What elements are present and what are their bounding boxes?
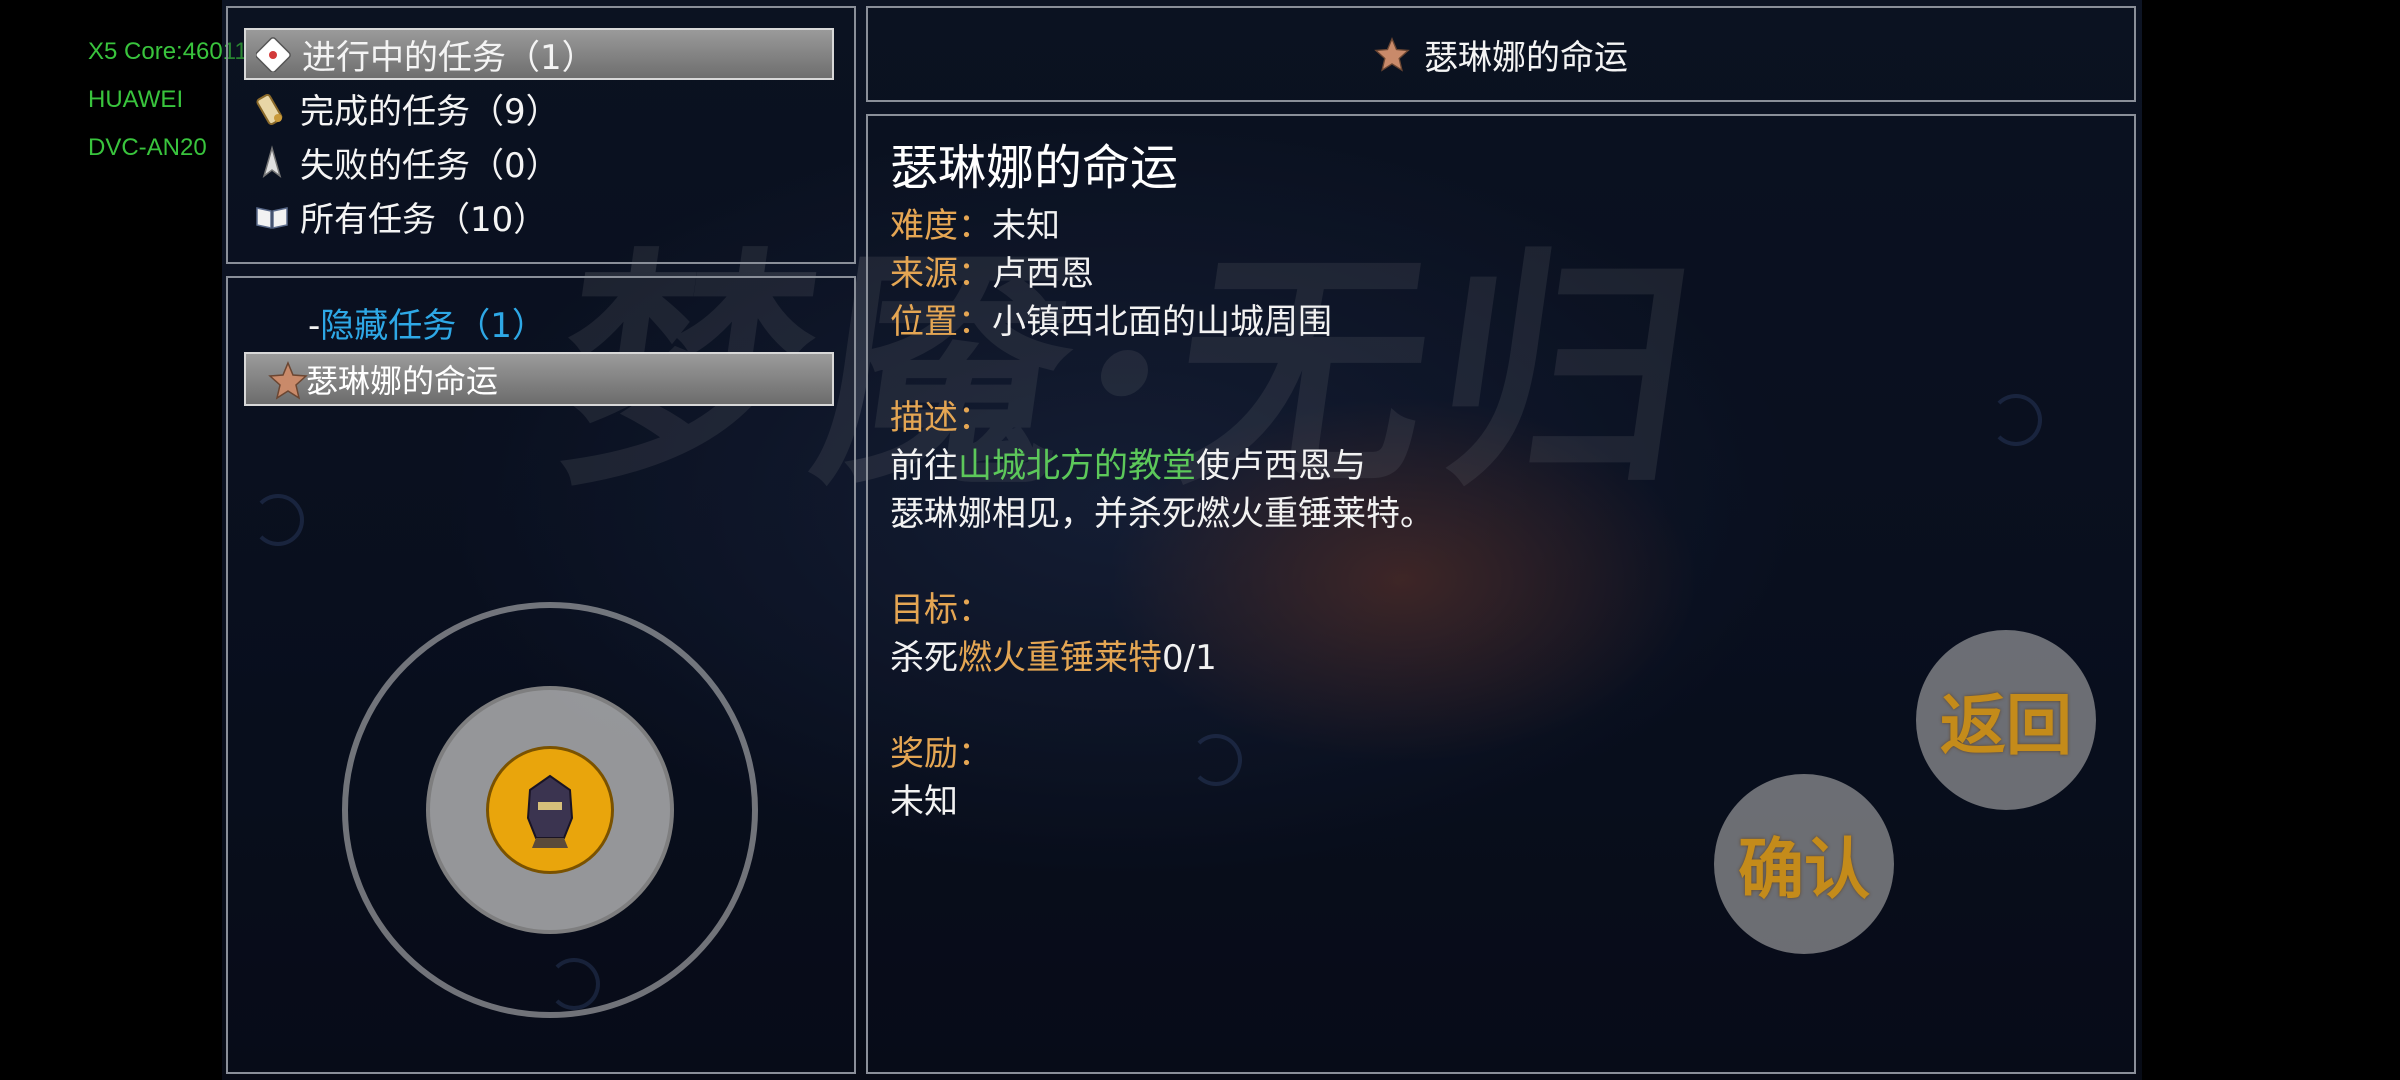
quest-category-panel: 进行中的任务（1） 完成的任务（9） 失败的任务（0） 所有任务（10） bbox=[226, 6, 856, 264]
description-text: 前往 bbox=[890, 446, 958, 486]
category-label: 所有任务（10） bbox=[300, 199, 548, 240]
confirm-button[interactable]: 确认 bbox=[1714, 774, 1894, 954]
location-label: 位置： bbox=[890, 302, 992, 342]
collapse-toggle[interactable]: - bbox=[308, 306, 320, 346]
back-button[interactable]: 返回 bbox=[1916, 630, 2096, 810]
header-title: 瑟琳娜的命运 bbox=[1424, 37, 1628, 78]
knight-helmet-icon bbox=[526, 774, 574, 848]
reward-value: 未知 bbox=[890, 782, 958, 822]
quest-item-label: 瑟琳娜的命运 bbox=[306, 362, 499, 400]
device-info-overlay: X5 Core:46011 HUAWEI DVC-AN20 bbox=[88, 28, 248, 172]
description-text: 使卢西恩与 bbox=[1196, 446, 1366, 486]
category-label: 进行中的任务（1） bbox=[302, 37, 596, 78]
description-label: 描述： bbox=[890, 398, 992, 438]
description-line1: 前往山城北方的教堂使卢西恩与 bbox=[890, 442, 2112, 490]
scroll-icon bbox=[252, 88, 292, 128]
difficulty-row: 难度：未知 bbox=[890, 202, 2112, 250]
source-value: 卢西恩 bbox=[992, 254, 1094, 294]
joystick-knob-avatar[interactable] bbox=[486, 746, 614, 874]
category-label: 失败的任务（0） bbox=[300, 145, 560, 186]
category-all[interactable]: 所有任务（10） bbox=[244, 190, 834, 242]
book-icon bbox=[252, 196, 292, 236]
star-icon bbox=[268, 360, 308, 408]
location-row: 位置：小镇西北面的山城周围 bbox=[890, 298, 2112, 346]
location-value: 小镇西北面的山城周围 bbox=[992, 302, 1332, 342]
quest-detail-panel: 瑟琳娜的命运 难度：未知 来源：卢西恩 位置：小镇西北面的山城周围 描述： 前往… bbox=[866, 114, 2136, 1074]
quest-title: 瑟琳娜的命运 bbox=[890, 140, 1179, 196]
envelope-icon bbox=[254, 34, 294, 74]
description-location-highlight: 山城北方的教堂 bbox=[958, 446, 1196, 486]
quest-item-selina-fate[interactable]: 瑟琳娜的命运 bbox=[244, 352, 834, 406]
category-label: 完成的任务（9） bbox=[300, 91, 560, 132]
difficulty-value: 未知 bbox=[992, 206, 1060, 246]
sword-icon bbox=[252, 142, 292, 182]
objective-text: 杀死 bbox=[890, 638, 958, 678]
device-core-text: X5 Core:46011 bbox=[88, 38, 248, 65]
description-line2: 瑟琳娜相见，并杀死燃火重锤莱特。 bbox=[890, 494, 1434, 534]
category-completed[interactable]: 完成的任务（9） bbox=[244, 82, 834, 134]
source-row: 来源：卢西恩 bbox=[890, 250, 2112, 298]
category-in-progress[interactable]: 进行中的任务（1） bbox=[244, 28, 834, 80]
device-model-text: DVC-AN20 bbox=[88, 134, 207, 161]
objective-label: 目标： bbox=[890, 590, 992, 630]
quest-group-label: 隐藏任务（1） bbox=[320, 306, 546, 346]
objective-target: 燃火重锤莱特 bbox=[958, 638, 1162, 678]
source-label: 来源： bbox=[890, 254, 992, 294]
quest-group-hidden[interactable]: -隐藏任务（1） bbox=[308, 298, 546, 347]
difficulty-label: 难度： bbox=[890, 206, 992, 246]
star-icon bbox=[1374, 36, 1410, 72]
quest-header-bar: 瑟琳娜的命运 bbox=[866, 6, 2136, 102]
objective-progress: 0/1 bbox=[1162, 638, 1217, 678]
category-failed[interactable]: 失败的任务（0） bbox=[244, 136, 834, 188]
device-brand-text: HUAWEI bbox=[88, 86, 184, 113]
